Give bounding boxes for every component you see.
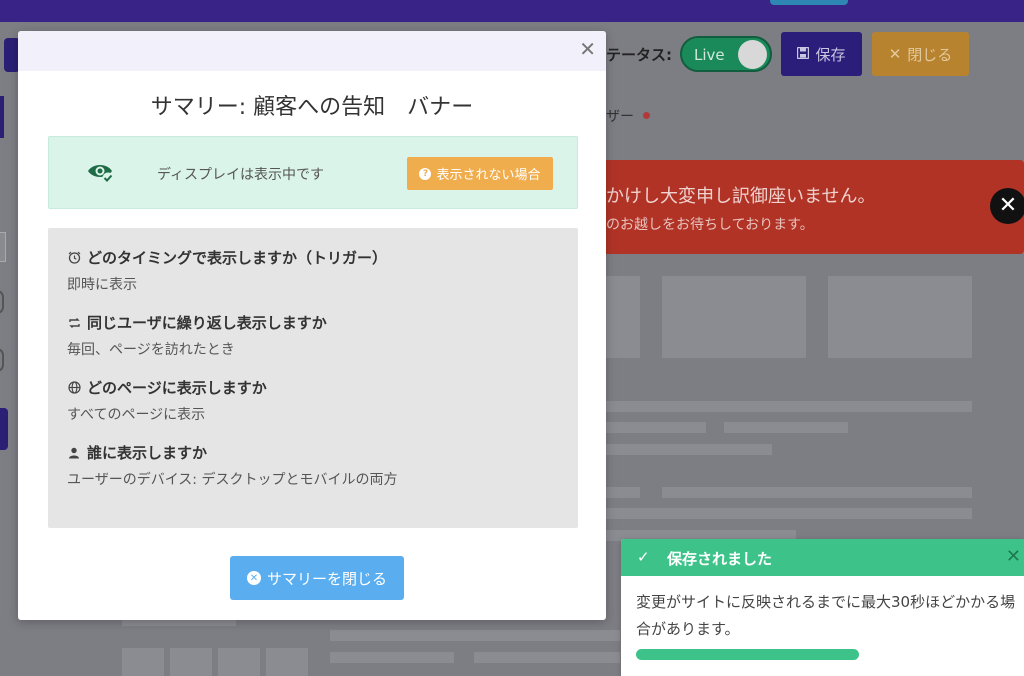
save-button[interactable]: 保存 <box>781 32 862 76</box>
status-label: テータス: <box>606 46 672 64</box>
modal-title: サマリー: 顧客への告知 バナー <box>150 95 474 120</box>
summary-item-trigger: どのタイミングで表示しますか（トリガー） 即時に表示 <box>67 247 387 294</box>
toast-message: 変更がサイトに反映されるまでに最大30秒ほどかかる場合があります。 <box>636 593 1016 638</box>
toast-title: 保存されました <box>667 550 773 568</box>
save-label: 保存 <box>815 45 846 64</box>
globe-icon <box>67 381 81 395</box>
not-shown-label: 表示されない場合 <box>436 168 541 183</box>
toast-close-icon[interactable]: ✕ <box>1006 546 1021 567</box>
audience-answer: ユーザーのデバイス: デスクトップとモバイルの両方 <box>67 472 398 488</box>
eye-check-icon <box>87 161 115 185</box>
skeleton-block <box>122 648 164 676</box>
question-circle-icon: ? <box>419 167 432 180</box>
left-edge-bar <box>0 96 4 138</box>
alert-line-2: のお越しをお待ちしております。 <box>606 217 814 233</box>
skeleton-block <box>266 648 308 676</box>
trigger-answer: 即時に表示 <box>67 277 137 293</box>
skeleton-line <box>606 487 640 498</box>
close-circle-icon: ✕ <box>246 571 261 585</box>
live-toggle[interactable]: Live <box>680 36 772 72</box>
notification-dot <box>643 112 650 119</box>
not-shown-help-button[interactable]: ? 表示されない場合 <box>407 157 553 190</box>
floppy-disk-icon <box>797 45 810 63</box>
skeleton-block <box>662 276 806 358</box>
summary-item-audience: 誰に表示しますか ユーザーのデバイス: デスクトップとモバイルの両方 <box>67 442 397 489</box>
skeleton-line <box>724 422 848 433</box>
close-editor-button[interactable]: ✕ 閉じる <box>872 32 969 76</box>
pages-answer: すべてのページに表示 <box>67 407 206 423</box>
skeleton-line <box>474 652 620 663</box>
summary-details: どのタイミングで表示しますか（トリガー） 即時に表示 同じユーザに繰り返し表示し… <box>48 228 578 528</box>
skeleton-line <box>606 508 972 519</box>
topbar-button[interactable] <box>770 0 848 5</box>
repeat-answer: 毎回、ページを訪れたとき <box>67 342 235 358</box>
alert-close-icon[interactable]: ✕ <box>990 188 1024 224</box>
skeleton-block <box>170 648 212 676</box>
audience-question: 誰に表示しますか <box>87 444 208 462</box>
modal-header <box>18 31 606 71</box>
left-edge-bar <box>0 408 8 450</box>
skeleton-line <box>662 487 972 498</box>
repeat-question: 同じユーザに繰り返し表示しますか <box>87 314 327 332</box>
pages-question: どのページに表示しますか <box>87 379 267 397</box>
checkmark-icon: ✓ <box>637 548 650 566</box>
tab-users[interactable]: ザー <box>606 106 634 126</box>
skeleton-block <box>218 648 260 676</box>
skeleton-line <box>122 620 236 626</box>
skeleton-line <box>606 444 772 455</box>
close-summary-button[interactable]: ✕ サマリーを閉じる <box>230 556 404 600</box>
close-label: 閉じる <box>907 45 953 64</box>
display-status-text: ディスプレイは表示中です <box>157 167 325 183</box>
alarm-clock-icon <box>67 251 81 265</box>
toggle-knob <box>738 40 767 69</box>
trigger-question: どのタイミングで表示しますか（トリガー） <box>87 249 388 267</box>
summary-item-pages: どのページに表示しますか すべてのページに表示 <box>67 377 267 424</box>
modal-close-icon[interactable]: ✕ <box>579 39 596 59</box>
alert-line-1: かけし大変申し訳御座いません。 <box>606 186 876 207</box>
skeleton-block <box>606 276 640 358</box>
repeat-icon <box>67 316 81 330</box>
left-edge-input[interactable] <box>0 232 6 262</box>
skeleton-line <box>606 401 972 412</box>
close-icon: ✕ <box>888 45 902 63</box>
skeleton-block <box>828 276 972 358</box>
skeleton-line <box>330 630 620 641</box>
toast-progress-bar <box>636 649 859 660</box>
skeleton-line <box>330 652 454 663</box>
top-navbar <box>0 0 1024 22</box>
summary-modal: ✕ サマリー: 顧客への告知 バナー ディスプレイは表示中です ? 表示されない… <box>18 31 606 620</box>
user-icon <box>67 446 81 460</box>
live-label: Live <box>694 46 725 64</box>
close-summary-label: サマリーを閉じる <box>266 569 387 588</box>
display-status-box: ディスプレイは表示中です ? 表示されない場合 <box>48 136 578 209</box>
summary-item-repeat: 同じユーザに繰り返し表示しますか 毎回、ページを訪れたとき <box>67 312 327 359</box>
saved-toast: ✓ 保存されました ✕ 変更がサイトに反映されるまでに最大30秒ほどかかる場合が… <box>621 539 1024 676</box>
skeleton-line <box>606 422 706 433</box>
